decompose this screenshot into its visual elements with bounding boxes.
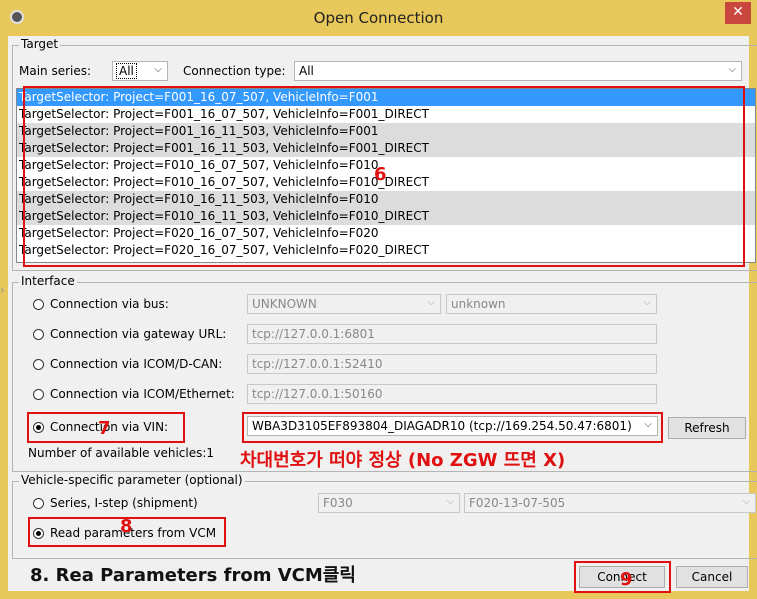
interface-legend: Interface [19, 274, 77, 288]
radio-ethernet[interactable]: Connection via ICOM/Ethernet: [33, 387, 248, 405]
close-button[interactable]: ✕ [725, 2, 751, 24]
radio-bus[interactable]: Connection via bus: [33, 297, 233, 315]
radio-button[interactable] [33, 299, 44, 310]
radio-dcan[interactable]: Connection via ICOM/D-CAN: [33, 357, 243, 375]
main-series-select[interactable]: All ⌵ [112, 61, 168, 81]
radio-button[interactable] [33, 498, 44, 509]
available-vehicles-text: Number of available vehicles:1 [28, 446, 215, 460]
dcan-field[interactable]: tcp://127.0.0.1:52410 [247, 354, 657, 374]
gateway-url-field[interactable]: tcp://127.0.0.1:6801 [247, 324, 657, 344]
annotation-box-vin-select [242, 412, 663, 443]
chevron-down-icon: ⌵ [742, 496, 750, 507]
annotation-number-9: 9 [620, 569, 633, 590]
series-select[interactable]: F030 ⌵ [318, 493, 460, 513]
ethernet-field[interactable]: tcp://127.0.0.1:50160 [247, 384, 657, 404]
cancel-button[interactable]: Cancel [676, 566, 748, 588]
istep-select[interactable]: F020-13-07-505 ⌵ [464, 493, 756, 513]
radio-button[interactable] [33, 359, 44, 370]
chevron-down-icon: ⌵ [728, 64, 736, 75]
bus-select[interactable]: UNKNOWN ⌵ [247, 294, 441, 314]
annotation-vin-note: 차대번호가 떠야 정상 (No ZGW 뜨면 X) [240, 450, 566, 471]
connection-type-select[interactable]: All ⌵ [294, 61, 742, 81]
radio-bus-label: Connection via bus: [50, 297, 169, 311]
side-arrow-icon: › [0, 283, 5, 297]
chevron-down-icon: ⌵ [446, 496, 454, 507]
annotation-number-7: 7 [98, 418, 111, 439]
refresh-button[interactable]: Refresh [668, 417, 746, 439]
bus-select-2[interactable]: unknown ⌵ [446, 294, 657, 314]
connection-type-label: Connection type: [183, 64, 286, 78]
radio-gateway[interactable]: Connection via gateway URL: [33, 327, 243, 345]
annotation-number-6: 6 [374, 164, 387, 185]
radio-ethernet-label: Connection via ICOM/Ethernet: [50, 387, 235, 401]
radio-dcan-label: Connection via ICOM/D-CAN: [50, 357, 223, 371]
chevron-down-icon: ⌵ [154, 64, 162, 75]
annotation-number-8: 8 [120, 516, 133, 537]
radio-button[interactable] [33, 389, 44, 400]
title-bar: Open Connection ✕ [0, 0, 757, 36]
vehicle-legend: Vehicle-specific parameter (optional) [19, 473, 245, 487]
radio-series-label: Series, I-step (shipment) [50, 496, 198, 510]
radio-series[interactable]: Series, I-step (shipment) [33, 496, 253, 514]
chevron-down-icon: ⌵ [643, 297, 651, 308]
chevron-down-icon: ⌵ [427, 297, 435, 308]
radio-button[interactable] [33, 329, 44, 340]
radio-gateway-label: Connection via gateway URL: [50, 327, 227, 341]
target-legend: Target [19, 37, 61, 51]
annotation-caption: 8. Rea Parameters from VCM클릭 [30, 565, 356, 586]
main-series-label: Main series: [19, 64, 92, 78]
window-title: Open Connection [313, 9, 444, 27]
